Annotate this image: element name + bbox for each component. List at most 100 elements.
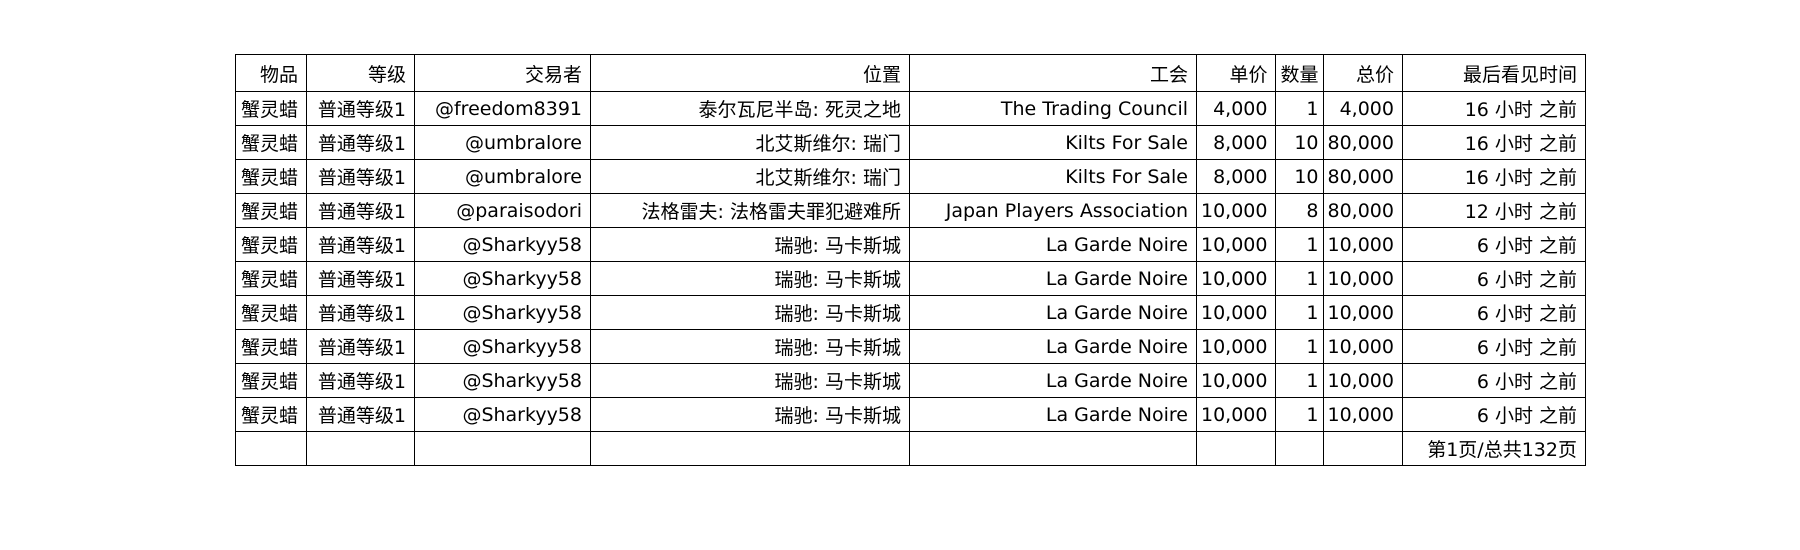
- item-cell: 蟹灵蜡: [235, 329, 307, 364]
- empty-cell: [306, 431, 415, 466]
- quantity-cell: 8: [1275, 193, 1324, 228]
- last-seen-cell: 6 小时 之前: [1401, 295, 1586, 330]
- table-row: 蟹灵蜡 普通等级1 @Sharkyy58 瑞驰: 马卡斯城 La Garde Noire…: [235, 295, 1586, 330]
- header-location: 位置: [590, 54, 910, 92]
- last-seen-cell: 16 小时 之前: [1401, 125, 1586, 160]
- total-price-cell: 10,000: [1322, 295, 1403, 330]
- item-cell: 蟹灵蜡: [235, 159, 307, 194]
- trader-cell: @paraisodori: [414, 193, 591, 228]
- guild-cell: The Trading Council: [909, 91, 1197, 126]
- table-row: 蟹灵蜡 普通等级1 @Sharkyy58 瑞驰: 马卡斯城 La Garde Noire…: [235, 261, 1586, 296]
- unit-price-cell: 10,000: [1195, 329, 1277, 364]
- tier-cell: 普通等级1: [306, 91, 415, 126]
- table-row: 蟹灵蜡 普通等级1 @Sharkyy58 瑞驰: 马卡斯城 La Garde Noire…: [235, 397, 1586, 432]
- last-seen-cell: 6 小时 之前: [1401, 227, 1586, 262]
- empty-cell: [1195, 431, 1277, 466]
- total-price-cell: 10,000: [1322, 363, 1403, 398]
- listing-table: 物品 等级 交易者 位置 工会 单价 数量 总价 最后看见时间 蟹灵蜡 普通等级1…: [235, 54, 1586, 466]
- location-cell: 瑞驰: 马卡斯城: [590, 295, 910, 330]
- location-cell: 北艾斯维尔: 瑞门: [590, 125, 910, 160]
- location-cell: 北艾斯维尔: 瑞门: [590, 159, 910, 194]
- guild-cell: La Garde Noire: [909, 227, 1197, 262]
- unit-price-cell: 10,000: [1195, 363, 1277, 398]
- table-row: 蟹灵蜡 普通等级1 @Sharkyy58 瑞驰: 马卡斯城 La Garde Noire…: [235, 329, 1586, 364]
- header-guild: 工会: [909, 54, 1197, 92]
- trader-cell: @freedom8391: [414, 91, 591, 126]
- guild-cell: Kilts For Sale: [909, 159, 1197, 194]
- guild-cell: La Garde Noire: [909, 295, 1197, 330]
- location-cell: 瑞驰: 马卡斯城: [590, 227, 910, 262]
- empty-cell: [909, 431, 1197, 466]
- item-cell: 蟹灵蜡: [235, 261, 307, 296]
- item-cell: 蟹灵蜡: [235, 397, 307, 432]
- table-row: 蟹灵蜡 普通等级1 @Sharkyy58 瑞驰: 马卡斯城 La Garde Noire…: [235, 363, 1586, 398]
- quantity-cell: 10: [1275, 125, 1324, 160]
- unit-price-cell: 10,000: [1195, 227, 1277, 262]
- trader-cell: @umbralore: [414, 159, 591, 194]
- header-quantity: 数量: [1275, 54, 1324, 92]
- total-price-cell: 80,000: [1322, 125, 1403, 160]
- location-cell: 瑞驰: 马卡斯城: [590, 261, 910, 296]
- table-row: 蟹灵蜡 普通等级1 @freedom8391 泰尔瓦尼半岛: 死灵之地 The Trad…: [235, 91, 1586, 126]
- table-row: 蟹灵蜡 普通等级1 @umbralore 北艾斯维尔: 瑞门 Kilts For Sal…: [235, 159, 1586, 194]
- item-cell: 蟹灵蜡: [235, 227, 307, 262]
- unit-price-cell: 8,000: [1195, 125, 1277, 160]
- guild-cell: La Garde Noire: [909, 397, 1197, 432]
- item-cell: 蟹灵蜡: [235, 125, 307, 160]
- unit-price-cell: 10,000: [1195, 193, 1277, 228]
- header-total-price: 总价: [1322, 54, 1403, 92]
- pagination-row: 第1页/总共132页: [235, 431, 1586, 466]
- quantity-cell: 1: [1275, 91, 1324, 126]
- table-row: 蟹灵蜡 普通等级1 @umbralore 北艾斯维尔: 瑞门 Kilts For Sal…: [235, 125, 1586, 160]
- last-seen-cell: 6 小时 之前: [1401, 261, 1586, 296]
- pagination-text: 第1页/总共132页: [1401, 431, 1586, 466]
- empty-cell: [1322, 431, 1403, 466]
- tier-cell: 普通等级1: [306, 397, 415, 432]
- table-row: 蟹灵蜡 普通等级1 @paraisodori 法格雷夫: 法格雷夫罪犯避难所 Japan…: [235, 193, 1586, 228]
- trader-cell: @Sharkyy58: [414, 397, 591, 432]
- last-seen-cell: 6 小时 之前: [1401, 329, 1586, 364]
- location-cell: 泰尔瓦尼半岛: 死灵之地: [590, 91, 910, 126]
- location-cell: 瑞驰: 马卡斯城: [590, 397, 910, 432]
- trader-cell: @Sharkyy58: [414, 261, 591, 296]
- last-seen-cell: 16 小时 之前: [1401, 91, 1586, 126]
- empty-cell: [414, 431, 591, 466]
- empty-cell: [1275, 431, 1324, 466]
- total-price-cell: 10,000: [1322, 227, 1403, 262]
- tier-cell: 普通等级1: [306, 363, 415, 398]
- header-unit-price: 单价: [1195, 54, 1277, 92]
- total-price-cell: 80,000: [1322, 159, 1403, 194]
- item-cell: 蟹灵蜡: [235, 363, 307, 398]
- empty-cell: [235, 431, 307, 466]
- tier-cell: 普通等级1: [306, 261, 415, 296]
- empty-cell: [590, 431, 910, 466]
- location-cell: 瑞驰: 马卡斯城: [590, 329, 910, 364]
- guild-cell: La Garde Noire: [909, 329, 1197, 364]
- item-cell: 蟹灵蜡: [235, 295, 307, 330]
- guild-cell: La Garde Noire: [909, 261, 1197, 296]
- trader-cell: @Sharkyy58: [414, 295, 591, 330]
- guild-cell: Japan Players Association: [909, 193, 1197, 228]
- tier-cell: 普通等级1: [306, 125, 415, 160]
- header-tier: 等级: [306, 54, 415, 92]
- unit-price-cell: 10,000: [1195, 397, 1277, 432]
- trader-cell: @Sharkyy58: [414, 363, 591, 398]
- guild-cell: Kilts For Sale: [909, 125, 1197, 160]
- header-row: 物品 等级 交易者 位置 工会 单价 数量 总价 最后看见时间: [235, 54, 1586, 92]
- quantity-cell: 1: [1275, 227, 1324, 262]
- total-price-cell: 10,000: [1322, 329, 1403, 364]
- tier-cell: 普通等级1: [306, 295, 415, 330]
- item-cell: 蟹灵蜡: [235, 91, 307, 126]
- item-cell: 蟹灵蜡: [235, 193, 307, 228]
- trader-cell: @Sharkyy58: [414, 329, 591, 364]
- total-price-cell: 10,000: [1322, 261, 1403, 296]
- table-body: 蟹灵蜡 普通等级1 @freedom8391 泰尔瓦尼半岛: 死灵之地 The Trad…: [235, 91, 1586, 432]
- total-price-cell: 4,000: [1322, 91, 1403, 126]
- last-seen-cell: 12 小时 之前: [1401, 193, 1586, 228]
- last-seen-cell: 6 小时 之前: [1401, 363, 1586, 398]
- quantity-cell: 1: [1275, 397, 1324, 432]
- trader-cell: @umbralore: [414, 125, 591, 160]
- location-cell: 法格雷夫: 法格雷夫罪犯避难所: [590, 193, 910, 228]
- quantity-cell: 1: [1275, 363, 1324, 398]
- quantity-cell: 10: [1275, 159, 1324, 194]
